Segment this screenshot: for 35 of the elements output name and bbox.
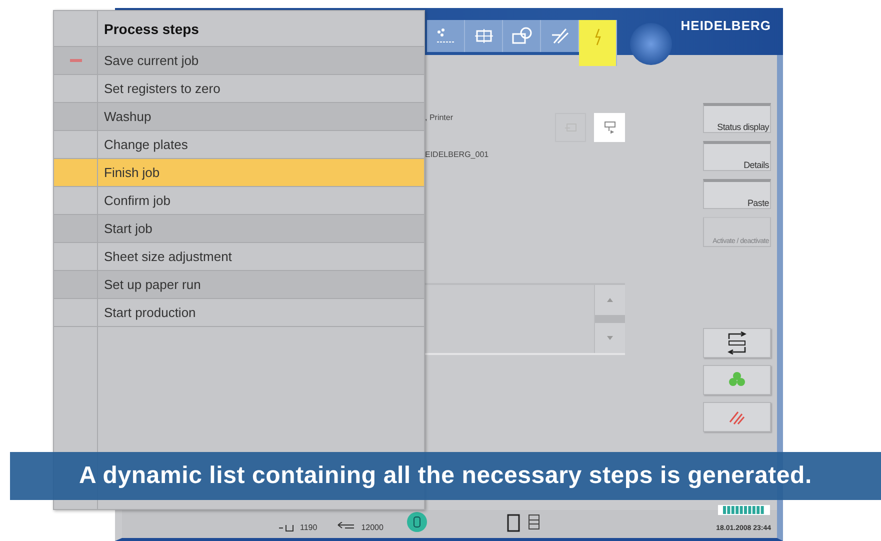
step-item[interactable]: Start job bbox=[54, 215, 424, 243]
job-name: EIDELBERG_001 bbox=[425, 150, 489, 159]
lightning-icon bbox=[592, 28, 602, 46]
sheet-icon bbox=[278, 524, 294, 532]
plate-forward-icon bbox=[602, 120, 616, 134]
sheet-size: 1190 bbox=[300, 523, 318, 532]
stripes-icon bbox=[729, 409, 745, 425]
clip-badge-icon bbox=[407, 512, 428, 532]
down-arrow-icon bbox=[607, 336, 613, 340]
crosshair-icon bbox=[474, 28, 492, 44]
clover-icon bbox=[728, 371, 746, 389]
step-item[interactable]: Washup bbox=[54, 103, 424, 131]
side-button[interactable]: Paste bbox=[703, 179, 771, 209]
drops-icon bbox=[434, 28, 456, 44]
brand-logo: HEIDELBERG bbox=[680, 18, 771, 33]
action-button[interactable] bbox=[703, 328, 771, 358]
up-arrow-icon bbox=[607, 298, 613, 302]
meter-drawing bbox=[718, 505, 770, 515]
list-title: Process steps bbox=[103, 20, 200, 39]
step-item[interactable]: Save current job bbox=[54, 47, 424, 75]
scroll-thumb[interactable] bbox=[595, 315, 625, 323]
side-button[interactable]: Status display bbox=[703, 103, 771, 133]
arrow-left-icon bbox=[337, 522, 356, 530]
subtitle-caption: A dynamic list containing all the necessary steps is generated. bbox=[10, 452, 881, 500]
toolbar-tab[interactable] bbox=[579, 20, 617, 66]
step-item[interactable]: Finish job bbox=[54, 159, 424, 187]
light-glow bbox=[630, 23, 672, 65]
step-item[interactable]: Set up paper run bbox=[54, 271, 424, 299]
swap-arrows-icon bbox=[727, 331, 747, 355]
slash-lines-icon bbox=[550, 27, 570, 45]
printer-label: , Printer bbox=[425, 113, 454, 122]
plate-icon bbox=[510, 27, 532, 45]
step-item[interactable]: Start production bbox=[54, 299, 424, 327]
sheet-counter: 12000 bbox=[361, 523, 384, 532]
side-button[interactable]: Details bbox=[703, 141, 771, 171]
